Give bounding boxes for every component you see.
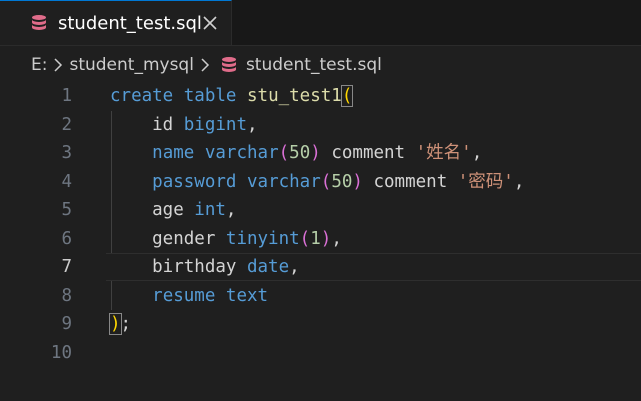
code-token: 50 bbox=[331, 171, 353, 192]
breadcrumb-file[interactable]: student_test.sql bbox=[246, 55, 382, 75]
code-line[interactable]: 4 password varchar(50) comment '密码', bbox=[0, 168, 641, 197]
code-token: ( bbox=[278, 143, 290, 163]
code-line[interactable]: 6 gender tinyint(1), bbox=[0, 225, 641, 254]
code-token: varchar bbox=[247, 171, 321, 192]
code-token: , bbox=[225, 200, 237, 220]
breadcrumb: E: student_mysql student_test.sql bbox=[0, 46, 641, 84]
code-token: '密码' bbox=[457, 171, 514, 192]
code-token: date bbox=[246, 257, 290, 277]
tab-label: student_test.sql bbox=[58, 12, 202, 34]
code-token: varchar bbox=[204, 143, 279, 163]
code-line[interactable]: 3 name varchar(50) comment '姓名', bbox=[0, 139, 641, 168]
code-token: resume bbox=[152, 285, 216, 306]
code-token: , bbox=[289, 257, 300, 277]
line-number: 2 bbox=[61, 114, 72, 135]
line-number: 7 bbox=[61, 257, 72, 277]
line-number: 1 bbox=[61, 86, 72, 106]
code-token: name bbox=[152, 143, 195, 163]
chevron-right-icon bbox=[198, 57, 212, 73]
code-token: ( bbox=[320, 171, 332, 192]
line-number: 5 bbox=[61, 200, 72, 220]
code-token: ( bbox=[299, 228, 311, 249]
code-token: ) bbox=[352, 171, 363, 192]
code-text: gender tinyint(1), bbox=[110, 225, 342, 254]
code-token: tinyint bbox=[225, 228, 300, 249]
code-text: resume text bbox=[110, 282, 268, 311]
code-line[interactable]: 9); bbox=[0, 310, 641, 339]
line-number: 6 bbox=[61, 228, 72, 249]
code-line[interactable]: 10 bbox=[0, 339, 641, 368]
code-text: age int, bbox=[110, 196, 236, 225]
code-token: text bbox=[225, 285, 269, 306]
code-text: create table stu_test1( bbox=[110, 82, 354, 111]
code-token: comment bbox=[320, 143, 416, 163]
code-token: 1 bbox=[310, 228, 321, 249]
code-text: birthday date, bbox=[110, 253, 300, 282]
code-text: name varchar(50) comment '姓名', bbox=[110, 139, 482, 168]
breadcrumb-drive[interactable]: E: bbox=[31, 55, 47, 75]
line-number: 10 bbox=[50, 342, 72, 363]
code-token: comment bbox=[362, 171, 458, 192]
code-token: , bbox=[331, 228, 342, 249]
code-line[interactable]: 2 id bigint, bbox=[0, 111, 641, 140]
code-token: bigint bbox=[183, 114, 247, 135]
line-number: 3 bbox=[61, 143, 72, 163]
code-token: ) bbox=[109, 313, 122, 335]
code-token: stu_test1 bbox=[247, 86, 342, 106]
chevron-right-icon bbox=[51, 57, 65, 73]
line-number: 9 bbox=[61, 314, 72, 334]
code-token: password bbox=[152, 171, 237, 192]
code-token: ( bbox=[340, 85, 354, 107]
code-token: gender bbox=[110, 228, 226, 249]
code-token: create bbox=[110, 86, 174, 106]
tab-bar: student_test.sql bbox=[0, 0, 641, 46]
code-token: , bbox=[513, 171, 525, 192]
code-token: ) bbox=[310, 143, 321, 163]
breadcrumb-folder[interactable]: student_mysql bbox=[69, 55, 193, 75]
tab-student-test-sql[interactable]: student_test.sql bbox=[0, 0, 232, 45]
editor-window: student_test.sql E: student_mysql studen… bbox=[0, 0, 641, 401]
code-token: int bbox=[194, 200, 226, 220]
code-token: , bbox=[471, 143, 483, 163]
code-line[interactable]: 1 create table stu_test1( bbox=[0, 82, 641, 111]
code-line[interactable]: 7 birthday date, bbox=[0, 253, 641, 282]
code-line[interactable]: 5 age int, bbox=[0, 196, 641, 225]
code-token: table bbox=[183, 86, 237, 106]
code-token: , bbox=[246, 114, 258, 135]
code-token: 50 bbox=[289, 143, 311, 163]
line-number: 8 bbox=[61, 285, 72, 306]
code-text: ); bbox=[109, 310, 132, 339]
close-icon[interactable] bbox=[200, 13, 220, 33]
code-text: password varchar(50) comment '密码', bbox=[110, 168, 524, 197]
code-token: ) bbox=[320, 228, 332, 249]
code-token: ; bbox=[120, 314, 132, 334]
database-icon bbox=[220, 56, 238, 74]
code-token: '姓名' bbox=[415, 143, 472, 163]
code-editor[interactable]: 1 create table stu_test1(2 id bigint, 3 na… bbox=[0, 82, 641, 401]
code-token: id bbox=[110, 114, 184, 135]
code-line[interactable]: 8 resume text bbox=[0, 282, 641, 311]
line-number: 4 bbox=[61, 171, 72, 192]
code-text: id bigint, bbox=[110, 111, 258, 140]
code-token: birthday bbox=[110, 257, 247, 277]
database-icon bbox=[30, 14, 48, 32]
code-token: age bbox=[110, 200, 195, 220]
